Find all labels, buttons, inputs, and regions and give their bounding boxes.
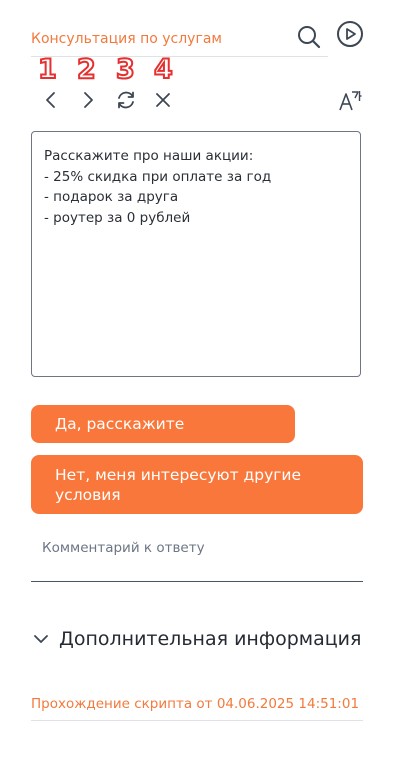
chevron-down-icon bbox=[34, 635, 48, 643]
answer-no-label-line1: Нет, меня интересуют другие bbox=[55, 466, 302, 484]
page-title: Консультация по услугам bbox=[31, 31, 222, 47]
script-run-entry[interactable]: Прохождение скрипта от 04.06.2025 14:51:… bbox=[31, 688, 363, 721]
chevron-right-icon[interactable] bbox=[77, 89, 99, 111]
message-line: - подарок за друга bbox=[44, 189, 179, 205]
refresh-icon[interactable] bbox=[115, 89, 137, 111]
additional-info-label: Дополнительная информация bbox=[59, 628, 362, 650]
nav-number-1: 1 bbox=[37, 54, 58, 85]
nav-number-4: 4 bbox=[153, 54, 174, 85]
play-circle-icon[interactable] bbox=[336, 20, 364, 48]
message-line: - 25% скидка при оплате за год bbox=[44, 168, 272, 185]
script-run-label: Прохождение скрипта от 04.06.2025 14:51:… bbox=[31, 696, 360, 712]
font-size-icon[interactable] bbox=[338, 89, 362, 113]
comment-field[interactable]: Комментарий к ответу bbox=[31, 530, 363, 582]
message-line: Расскажите про наши акции: bbox=[44, 148, 254, 164]
script-message-box: Расскажите про наши акции: - 25% скидка … bbox=[31, 131, 361, 377]
message-line: - роутер за 0 рублей bbox=[44, 209, 191, 226]
nav-number-3: 3 bbox=[115, 54, 136, 85]
answer-no-button[interactable]: Нет, меня интересуют другие условия bbox=[31, 455, 363, 514]
additional-info-toggle[interactable]: Дополнительная информация bbox=[31, 624, 361, 654]
comment-placeholder: Комментарий к ответу bbox=[42, 540, 205, 556]
answer-no-label-line2: условия bbox=[55, 486, 121, 504]
header-search-bar[interactable]: Консультация по услугам bbox=[31, 24, 328, 57]
close-icon[interactable] bbox=[152, 89, 174, 111]
nav-number-2: 2 bbox=[76, 54, 97, 85]
chevron-left-icon[interactable] bbox=[40, 89, 62, 111]
answer-yes-button[interactable]: Да, расскажите подробнее bbox=[31, 405, 295, 471]
search-icon[interactable] bbox=[296, 24, 322, 50]
